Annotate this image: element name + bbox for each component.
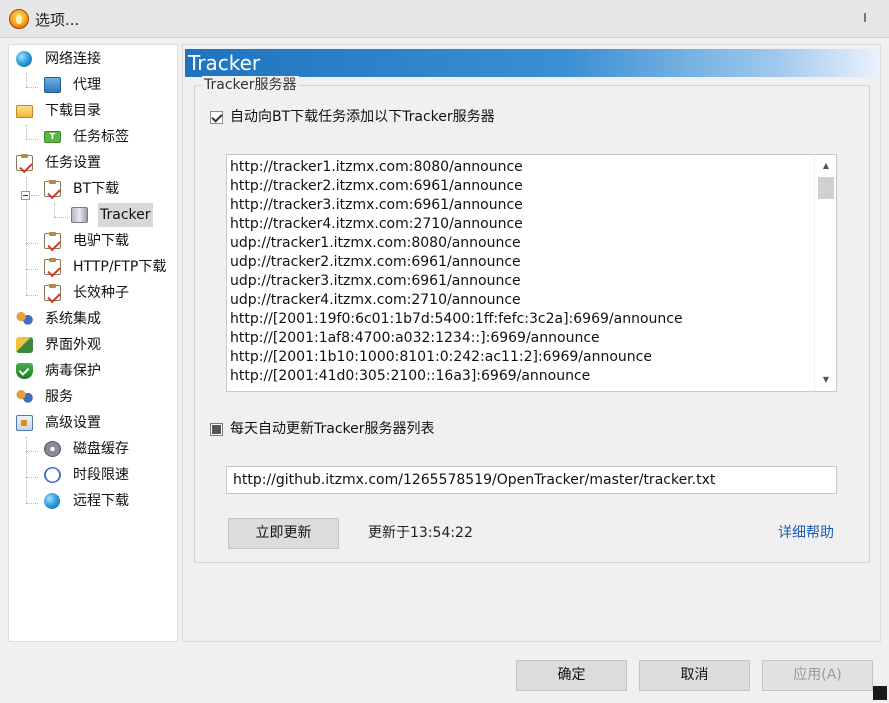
users-icon xyxy=(16,311,33,327)
tree-connector xyxy=(26,437,27,503)
update-now-button[interactable]: 立即更新 xyxy=(228,518,339,549)
auto-add-tracker-checkbox[interactable] xyxy=(210,111,223,124)
tracker-url-row: http://tracker3.itzmx.com:6961/announce xyxy=(230,197,523,213)
tracker-url-row: http://[2001:19f0:6c01:1b7d:5400:1ff:fef… xyxy=(230,311,683,327)
panel-title: Tracker xyxy=(188,51,261,75)
appearance-icon xyxy=(16,337,33,353)
tree-connector xyxy=(54,203,55,217)
network-pc-icon xyxy=(44,77,61,93)
tree-connector xyxy=(54,217,68,218)
tree-connector xyxy=(26,477,38,478)
tracker-list-scrollbar[interactable]: ▲ ▼ xyxy=(814,155,836,391)
tree-connector xyxy=(26,243,38,244)
tracker-url-row: http://[2001:1af8:4700:a032:1234::]:6969… xyxy=(230,330,600,346)
clipboard-check-icon xyxy=(16,154,33,171)
tree-connector xyxy=(26,503,38,504)
shield-check-icon xyxy=(16,363,33,379)
folder-icon xyxy=(16,105,33,118)
clipboard-check-icon xyxy=(44,180,61,197)
tracker-url-row: udp://tracker4.itzmx.com:2710/announce xyxy=(230,292,521,308)
options-nav-tree: 网络连接 代理 下载目录 T 任务标签 任务设置 BT下载 Tracker 电驴… xyxy=(8,44,178,642)
tree-connector xyxy=(26,269,38,270)
globe-icon xyxy=(16,51,32,67)
auto-add-tracker-label[interactable]: 自动向BT下载任务添加以下Tracker服务器 xyxy=(230,108,495,126)
bt-download-collapse-toggle[interactable] xyxy=(21,191,30,200)
tracker-url-row: http://tracker2.itzmx.com:6961/announce xyxy=(230,178,523,194)
users-icon xyxy=(16,389,33,405)
clock-icon xyxy=(44,467,61,483)
tracker-url-row: udp://tracker2.itzmx.com:6961/announce xyxy=(230,254,521,270)
tracker-url-row: http://[2001:41d0:305:2100::16a3]:6969/a… xyxy=(230,368,591,384)
apply-button[interactable]: 应用(A) xyxy=(762,660,873,691)
window-title: 选项... xyxy=(35,11,80,29)
daily-update-label[interactable]: 每天自动更新Tracker服务器列表 xyxy=(230,420,435,438)
resize-grip-icon[interactable] xyxy=(873,686,887,700)
clipboard-check-icon xyxy=(44,232,61,249)
tree-connector xyxy=(26,73,27,87)
clipboard-check-icon xyxy=(44,258,61,275)
globe-icon xyxy=(44,493,60,509)
clipboard-check-icon xyxy=(44,284,61,301)
tree-connector xyxy=(26,451,38,452)
group-label: Tracker服务器 xyxy=(202,76,299,94)
cancel-button[interactable]: 取消 xyxy=(639,660,750,691)
title-bar: 选项... xyxy=(0,0,889,38)
last-updated-status: 更新于13:54:22 xyxy=(368,525,473,541)
disk-icon xyxy=(44,441,61,457)
tree-connector xyxy=(26,87,38,88)
server-icon xyxy=(71,207,88,223)
help-link[interactable]: 详细帮助 xyxy=(778,523,834,543)
app-logo-icon xyxy=(9,9,29,29)
panel-header: Tracker xyxy=(185,49,880,77)
scroll-down-arrow-icon[interactable]: ▼ xyxy=(815,373,836,387)
tree-connector xyxy=(26,139,38,140)
tracker-list-textarea[interactable]: http://tracker1.itzmx.com:8080/announce … xyxy=(226,154,837,392)
scroll-up-arrow-icon[interactable]: ▲ xyxy=(815,159,836,173)
tag-icon: T xyxy=(44,131,61,143)
ok-button[interactable]: 确定 xyxy=(516,660,627,691)
update-url-field[interactable]: http://github.itzmx.com/1265578519/OpenT… xyxy=(226,466,837,494)
window-menu-grip[interactable] xyxy=(864,13,866,22)
tracker-url-row: http://tracker4.itzmx.com:2710/announce xyxy=(230,216,523,232)
tracker-list-content: http://tracker1.itzmx.com:8080/announce … xyxy=(230,158,814,391)
daily-update-checkbox[interactable] xyxy=(210,423,223,436)
tracker-url-row: http://tracker1.itzmx.com:8080/announce xyxy=(230,159,523,175)
tree-connector xyxy=(26,125,27,139)
tracker-url-row: http://[2001:1b10:1000:8101:0:242:ac11:2… xyxy=(230,349,652,365)
tree-connector xyxy=(31,195,39,196)
scroll-thumb[interactable] xyxy=(818,177,834,199)
advanced-settings-icon xyxy=(16,415,33,431)
tracker-url-row: udp://tracker1.itzmx.com:8080/announce xyxy=(230,235,521,251)
tracker-url-row: udp://tracker3.itzmx.com:6961/announce xyxy=(230,273,521,289)
tree-connector xyxy=(26,295,38,296)
